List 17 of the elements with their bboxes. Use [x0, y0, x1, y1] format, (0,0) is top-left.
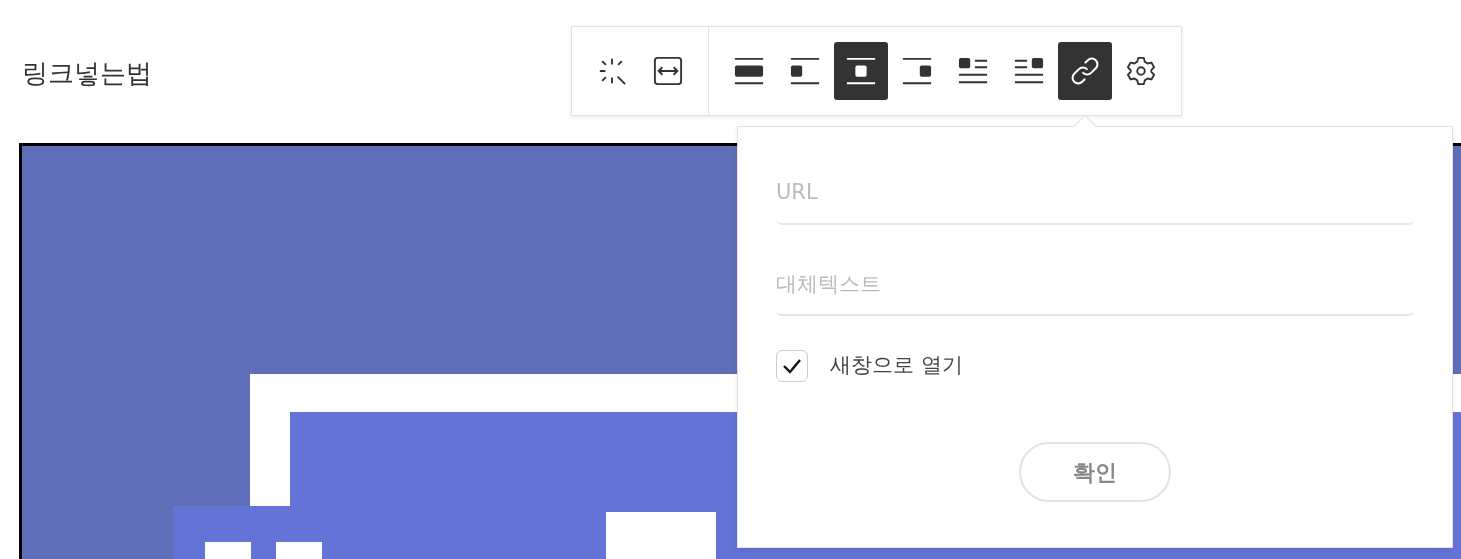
align-center-icon: [846, 56, 876, 86]
toolbar-button[interactable]: [1058, 42, 1112, 100]
align-left-icon: [790, 56, 820, 86]
wrap-left-icon: [958, 56, 988, 86]
link-icon: [1070, 56, 1100, 86]
align-full-icon: [734, 56, 764, 86]
checkbox[interactable]: [776, 350, 808, 382]
checkmark-icon: [782, 358, 802, 374]
page-title: 링크넣는법: [22, 58, 152, 90]
align-right-icon: [902, 56, 932, 86]
wrap-right-icon: [1014, 56, 1044, 86]
checkbox-label: 새창으로 열기: [830, 352, 963, 380]
sparkle-icon: [597, 56, 627, 86]
settings-icon: [1126, 56, 1156, 86]
resize-icon: [653, 56, 683, 86]
confirm-button[interactable]: 확인: [1019, 442, 1171, 502]
toolbar-button[interactable]: [834, 42, 888, 100]
